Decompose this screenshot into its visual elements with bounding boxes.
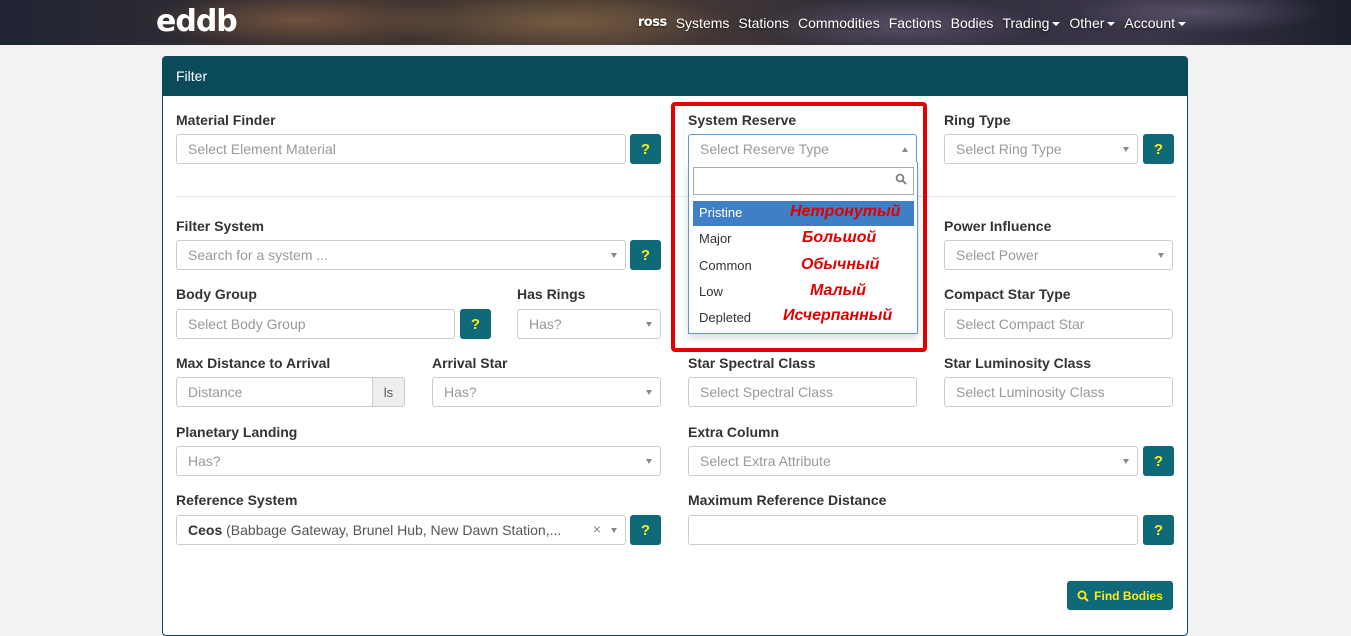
planetary-landing-placeholder: Has?	[188, 453, 221, 469]
max-reference-distance-label: Maximum Reference Distance	[688, 492, 887, 508]
arrival-star-label: Arrival Star	[432, 355, 508, 371]
caret-down-icon	[1123, 459, 1129, 464]
caret-down-icon	[611, 253, 617, 258]
power-influence-label: Power Influence	[944, 218, 1052, 234]
caret-down-icon	[1123, 147, 1129, 152]
compact-star-type-label: Compact Star Type	[944, 286, 1071, 302]
star-luminosity-class-select[interactable]: Select Luminosity Class	[944, 377, 1173, 407]
nav-account[interactable]: Account	[1124, 15, 1186, 31]
ring-type-label: Ring Type	[944, 112, 1011, 128]
find-bodies-label: Find Bodies	[1094, 588, 1163, 603]
body-group-help-button[interactable]: ?	[460, 309, 491, 339]
find-bodies-button[interactable]: Find Bodies	[1067, 581, 1173, 610]
power-influence-select[interactable]: Select Power	[944, 240, 1173, 270]
caret-down-icon	[646, 322, 652, 327]
star-spectral-class-label: Star Spectral Class	[688, 355, 816, 371]
filter-system-label: Filter System	[176, 218, 264, 234]
nav-trading-label: Trading	[1002, 14, 1050, 31]
nav-trading[interactable]: Trading	[1002, 14, 1061, 31]
top-navbar: eddb ross Systems Stations Commodities F…	[0, 0, 1351, 45]
nav-systems[interactable]: Systems	[676, 15, 730, 31]
arrival-star-select[interactable]: Has?	[432, 377, 661, 407]
planetary-landing-select[interactable]: Has?	[176, 446, 661, 476]
nav-commodities[interactable]: Commodities	[798, 15, 880, 31]
distance-unit-addon: ls	[372, 377, 405, 407]
caret-down-icon	[1107, 21, 1116, 26]
nav-bodies[interactable]: Bodies	[951, 15, 994, 31]
nav-stations[interactable]: Stations	[738, 15, 789, 31]
reference-system-detail: (Babbage Gateway, Brunel Hub, New Dawn S…	[226, 522, 562, 538]
reference-system-label: Reference System	[176, 492, 298, 508]
arrival-star-placeholder: Has?	[444, 384, 477, 400]
max-distance-label: Max Distance to Arrival	[176, 355, 331, 371]
main-nav: ross Systems Stations Commodities Factio…	[638, 0, 1186, 45]
material-finder-select[interactable]: Select Element Material	[176, 134, 626, 164]
body-group-select[interactable]: Select Body Group	[176, 309, 455, 339]
highlight-frame	[671, 102, 927, 352]
nav-factions[interactable]: Factions	[889, 15, 942, 31]
search-icon	[1077, 590, 1089, 602]
caret-down-icon	[646, 390, 652, 395]
nav-other-label: Other	[1069, 14, 1105, 31]
clear-icon[interactable]: ×	[593, 521, 601, 537]
nav-other[interactable]: Other	[1069, 14, 1116, 31]
power-influence-placeholder: Select Power	[956, 247, 1039, 263]
star-luminosity-class-label: Star Luminosity Class	[944, 355, 1092, 371]
caret-down-icon	[1178, 21, 1186, 26]
ring-type-placeholder: Select Ring Type	[956, 141, 1062, 157]
reference-system-help-button[interactable]: ?	[630, 515, 661, 545]
filter-system-help-button[interactable]: ?	[630, 240, 661, 270]
star-spectral-class-select[interactable]: Select Spectral Class	[688, 377, 917, 407]
caret-down-icon	[611, 528, 617, 533]
extra-column-label: Extra Column	[688, 424, 780, 440]
site-logo[interactable]: eddb	[156, 6, 238, 38]
extra-column-help-button[interactable]: ?	[1143, 446, 1174, 476]
panel-title: Filter	[163, 57, 1187, 96]
has-rings-select[interactable]: Has?	[517, 309, 661, 339]
reference-system-name: Ceos	[188, 522, 223, 538]
material-finder-label: Material Finder	[176, 112, 276, 128]
nav-account-label: Account	[1124, 14, 1175, 31]
extra-column-placeholder: Select Extra Attribute	[700, 453, 831, 469]
max-distance-input[interactable]: Distance	[176, 377, 373, 407]
caret-down-icon	[646, 459, 652, 464]
has-rings-label: Has Rings	[517, 286, 586, 302]
caret-down-icon	[1158, 253, 1164, 258]
material-finder-help-button[interactable]: ?	[630, 134, 661, 164]
reference-system-select[interactable]: Ceos (Babbage Gateway, Brunel Hub, New D…	[176, 515, 626, 545]
has-rings-placeholder: Has?	[529, 316, 562, 332]
filter-system-select[interactable]: Search for a system ...	[176, 240, 626, 270]
max-reference-distance-input[interactable]	[688, 515, 1138, 545]
body-group-label: Body Group	[176, 286, 257, 302]
filter-system-placeholder: Search for a system ...	[188, 247, 329, 263]
max-reference-distance-help-button[interactable]: ?	[1143, 515, 1174, 545]
caret-down-icon	[1052, 21, 1061, 26]
planetary-landing-label: Planetary Landing	[176, 424, 298, 440]
ring-type-select[interactable]: Select Ring Type	[944, 134, 1138, 164]
compact-star-type-select[interactable]: Select Compact Star	[944, 309, 1173, 339]
extra-column-select[interactable]: Select Extra Attribute	[688, 446, 1138, 476]
ring-type-help-button[interactable]: ?	[1143, 134, 1174, 164]
nav-ross[interactable]: ross	[638, 15, 667, 30]
